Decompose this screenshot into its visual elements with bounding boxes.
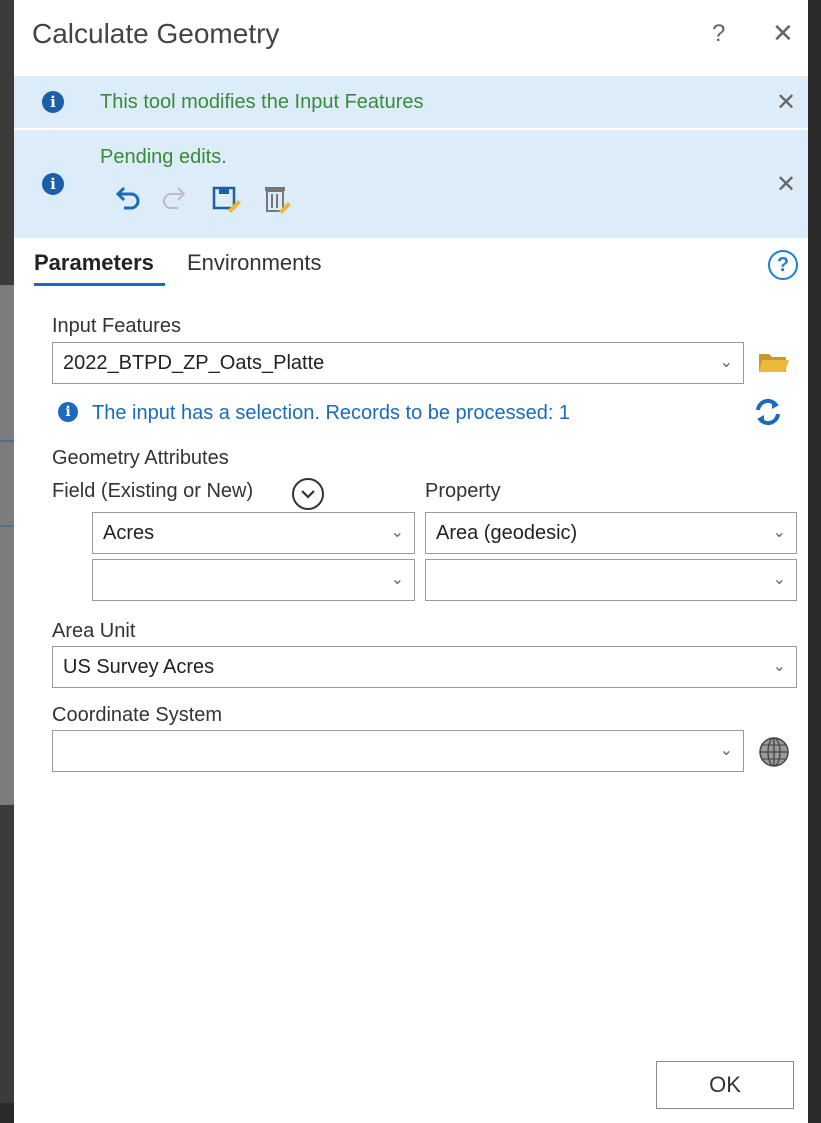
title-bar: Calculate Geometry ? ✕ xyxy=(14,0,808,74)
discard-edits-icon[interactable] xyxy=(260,182,294,216)
background-app-corner xyxy=(0,1103,14,1123)
help-button[interactable]: ? xyxy=(712,20,725,48)
info-icon: i xyxy=(42,173,64,195)
chevron-down-circle-icon[interactable] xyxy=(292,478,324,510)
close-button[interactable]: ✕ xyxy=(772,18,794,49)
chevron-down-icon: ⌄ xyxy=(390,524,404,541)
field-value: Acres xyxy=(103,522,155,544)
window-title: Calculate Geometry xyxy=(32,18,280,49)
tab-parameters[interactable]: Parameters xyxy=(34,250,154,276)
input-features-label: Input Features xyxy=(52,315,181,337)
input-features-value: 2022_BTPD_ZP_Oats_Platte xyxy=(63,352,325,374)
chevron-down-icon: ⌄ xyxy=(390,571,404,588)
property-column-header: Property xyxy=(425,480,501,502)
calculate-geometry-pane: Calculate Geometry ? ✕ i This tool modif… xyxy=(14,0,808,1123)
save-edits-icon[interactable] xyxy=(210,182,244,216)
info-icon: i xyxy=(42,91,64,113)
field-column-header: Field (Existing or New) xyxy=(52,480,254,502)
property-value: Area (geodesic) xyxy=(436,522,578,544)
area-unit-label: Area Unit xyxy=(52,620,136,642)
info-icon: i xyxy=(58,402,78,422)
selection-notice: The input has a selection. Records to be… xyxy=(92,402,571,424)
help-circle-icon[interactable]: ? xyxy=(768,250,798,280)
area-unit-dropdown[interactable]: US Survey Acres ⌄ xyxy=(52,646,797,688)
refresh-icon[interactable] xyxy=(752,396,784,428)
active-tab-indicator xyxy=(34,283,165,286)
chevron-down-icon: ⌄ xyxy=(719,354,733,371)
coordinate-system-label: Coordinate System xyxy=(52,704,223,726)
property-dropdown-row-1[interactable]: Area (geodesic) ⌄ xyxy=(425,512,797,554)
input-features-dropdown[interactable]: 2022_BTPD_ZP_Oats_Platte ⌄ xyxy=(52,342,744,384)
background-app-line xyxy=(0,525,14,527)
modifies-input-text: This tool modifies the Input Features xyxy=(100,91,424,113)
background-app-strip xyxy=(0,285,14,805)
background-app-line xyxy=(0,440,14,442)
field-dropdown-row-2[interactable]: ⌄ xyxy=(92,559,415,601)
chevron-down-icon: ⌄ xyxy=(772,571,786,588)
chevron-down-icon: ⌄ xyxy=(772,658,786,675)
chevron-down-icon: ⌄ xyxy=(719,742,733,759)
undo-icon[interactable] xyxy=(110,182,144,216)
dismiss-banner-button[interactable]: ✕ xyxy=(776,88,796,117)
folder-icon[interactable] xyxy=(758,350,790,374)
area-unit-value: US Survey Acres xyxy=(63,656,215,678)
geometry-attributes-label: Geometry Attributes xyxy=(52,447,229,469)
coordinate-system-dropdown[interactable]: ⌄ xyxy=(52,730,744,772)
dismiss-pending-banner-button[interactable]: ✕ xyxy=(776,170,796,199)
modifies-input-banner: i This tool modifies the Input Features … xyxy=(14,76,808,128)
tab-environments[interactable]: Environments xyxy=(187,250,322,276)
field-dropdown-row-1[interactable]: Acres ⌄ xyxy=(92,512,415,554)
ok-button[interactable]: OK xyxy=(656,1061,794,1109)
property-dropdown-row-2[interactable]: ⌄ xyxy=(425,559,797,601)
pending-edits-text: Pending edits. xyxy=(100,146,227,168)
chevron-down-icon: ⌄ xyxy=(772,524,786,541)
window-edge xyxy=(808,0,821,1123)
globe-icon[interactable] xyxy=(758,736,790,768)
redo-icon[interactable] xyxy=(158,182,192,216)
